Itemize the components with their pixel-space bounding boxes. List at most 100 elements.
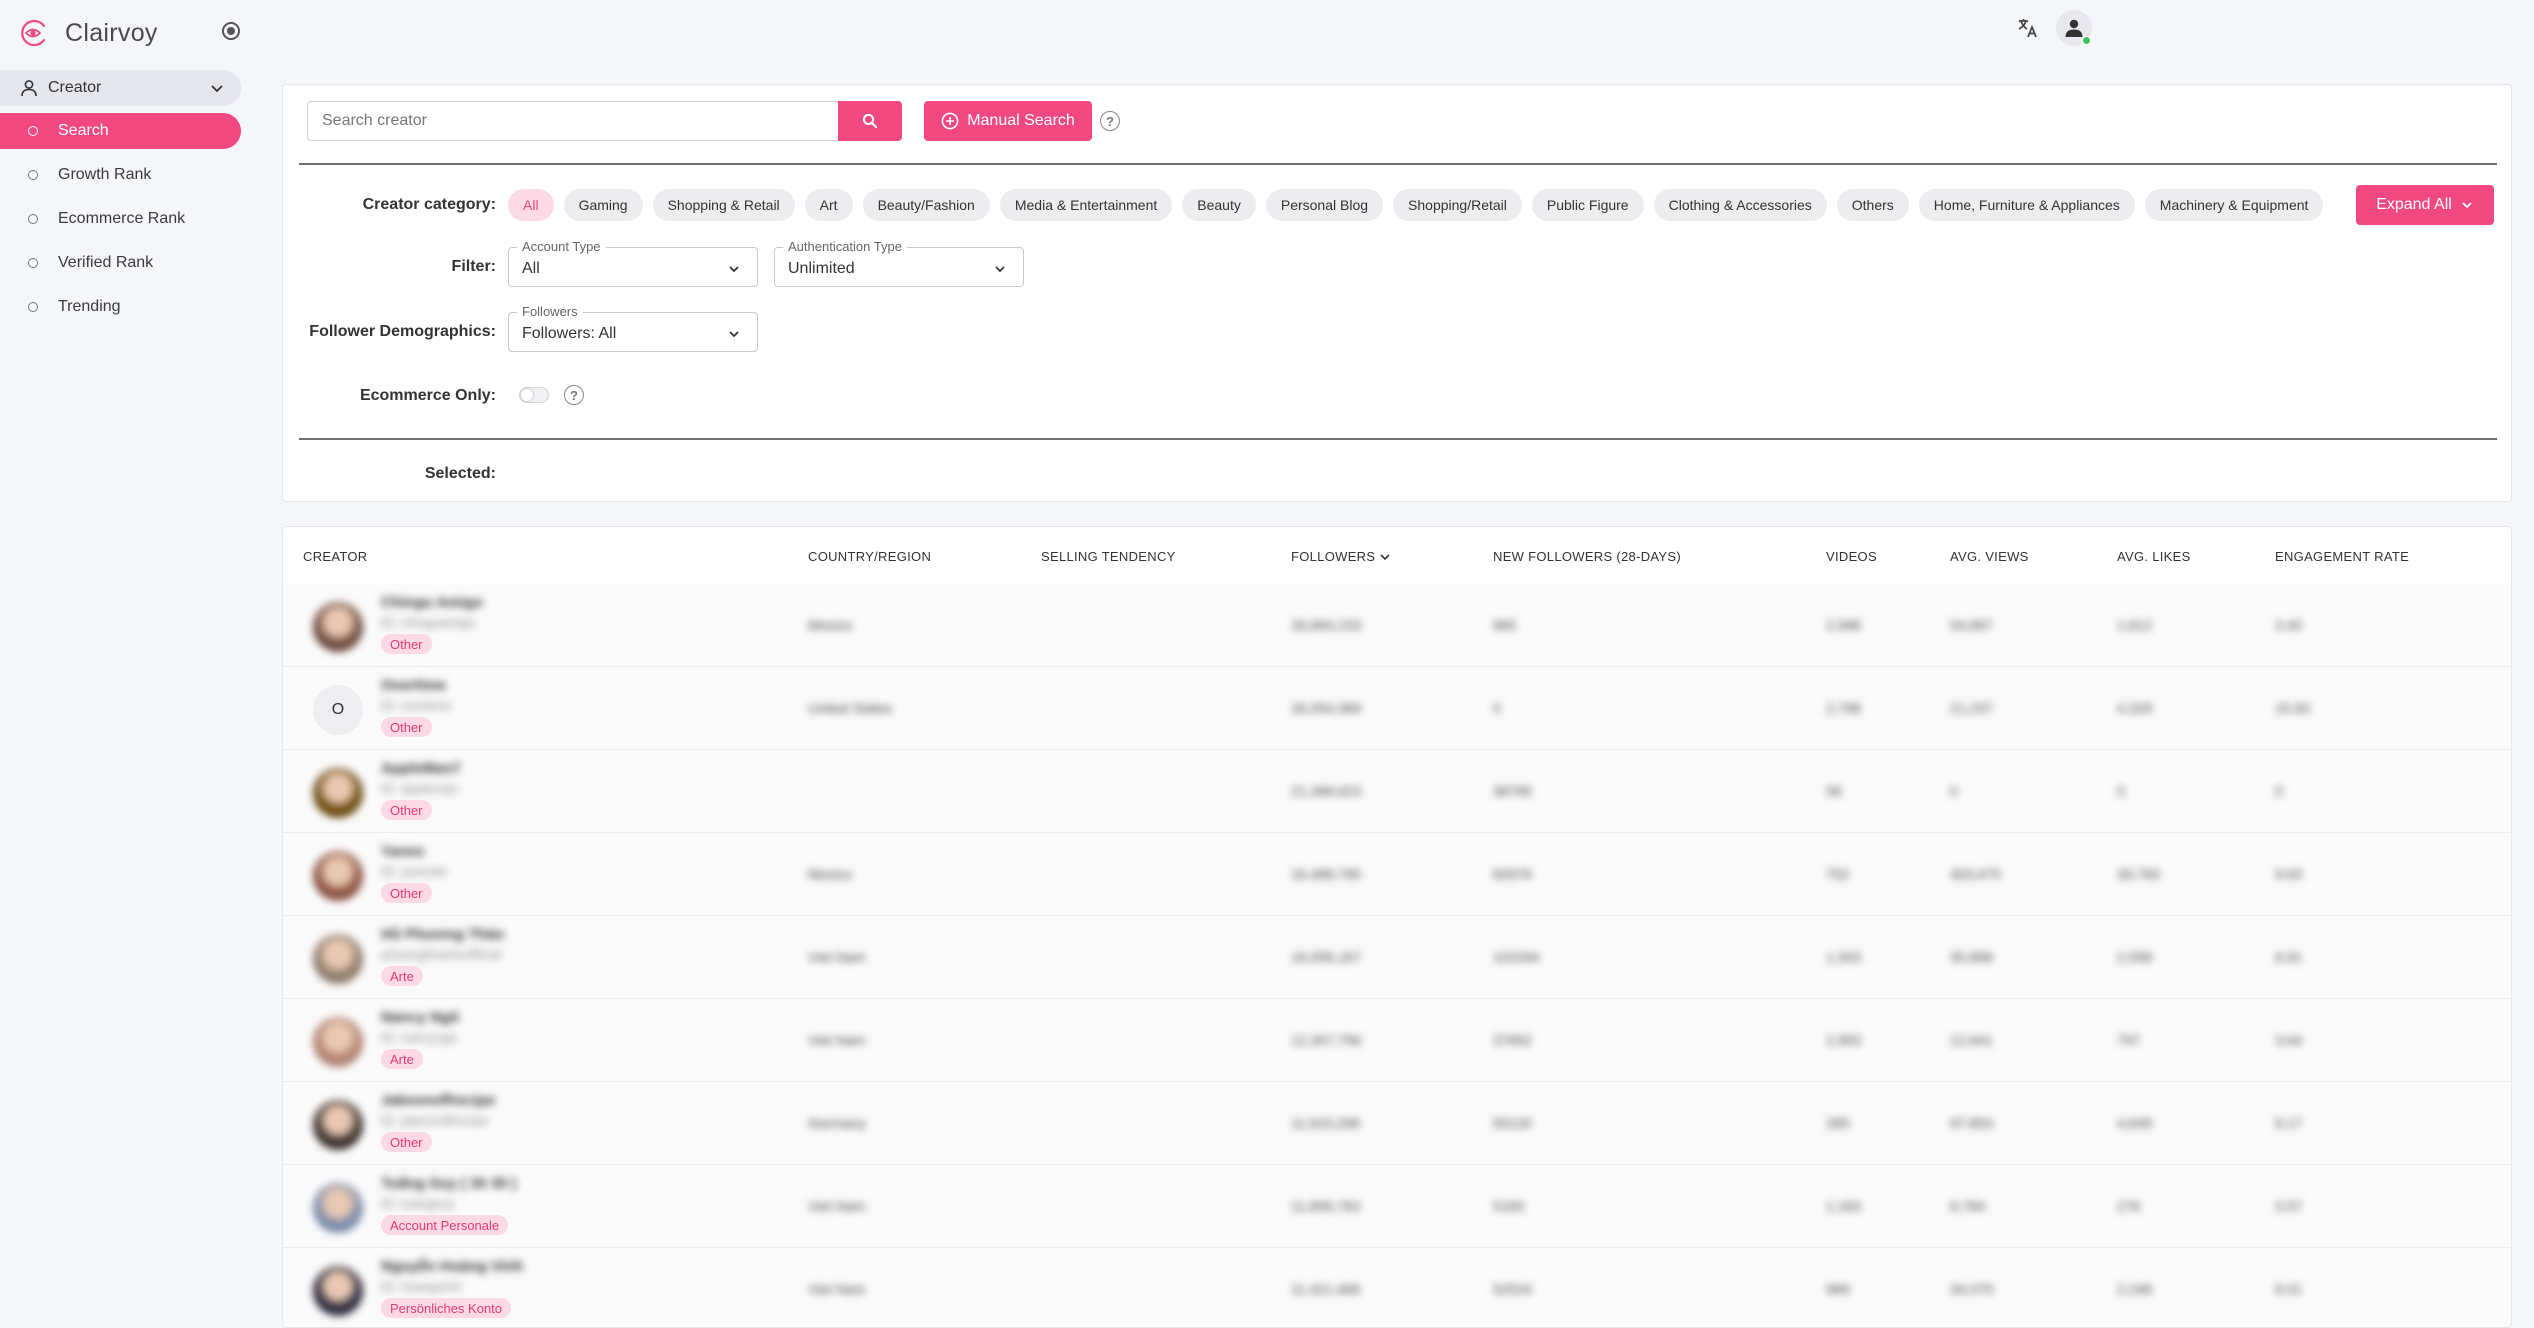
sidebar-item-search[interactable]: Search	[0, 113, 241, 149]
sidebar-item-label: Trending	[58, 298, 121, 315]
cell-avg-views: 12,641	[1950, 1032, 1993, 1048]
cell-engagement-rate: 9.63	[2275, 866, 2303, 882]
category-chip-media-entertainment[interactable]: Media & Entertainment	[999, 189, 1173, 221]
sidebar-item-trending[interactable]: Trending	[0, 289, 241, 325]
category-chip-public-figure[interactable]: Public Figure	[1531, 189, 1644, 221]
avatar	[313, 934, 363, 984]
user-avatar[interactable]	[2056, 10, 2092, 46]
manual-search-label: Manual Search	[967, 112, 1075, 129]
avatar	[313, 602, 363, 652]
table-row[interactable]: O Overtime ID: overtime Other United States 2…	[283, 667, 2511, 750]
cell-engagement-rate: 8.91	[2275, 949, 2303, 965]
brand-name: Clairvoy	[65, 18, 158, 47]
sidebar-item-verified-rank[interactable]: Verified Rank	[0, 245, 241, 281]
translate-icon[interactable]	[2016, 16, 2040, 40]
avatar	[313, 851, 363, 901]
creator-name[interactable]: Nguyễn Hoàng Vinh	[381, 1258, 523, 1275]
chevron-down-icon	[2462, 202, 2472, 209]
cell-avg-likes: 2,248	[2117, 1281, 2153, 1297]
col-new-followers: NEW FOLLOWERS (28-DAYS)	[1493, 549, 1681, 564]
cell-engagement-rate: 8.17	[2275, 1115, 2303, 1131]
account-type-tag: Other	[381, 800, 432, 820]
table-header: CREATOR COUNTRY/REGION SELLING TENDENCY …	[283, 527, 2511, 583]
cell-followers: 12,357,756	[1291, 1032, 1362, 1048]
creator-handle: ID: tuangsuy	[381, 1196, 454, 1211]
col-engagement-rate: ENGAGEMENT RATE	[2275, 549, 2410, 564]
filter-panel: Manual Search ? Creator category: All Ga…	[282, 84, 2512, 502]
account-type-tag: Persönliches Konto	[381, 1298, 512, 1318]
creator-name[interactable]: Jakesnoffrecipe	[381, 1092, 495, 1109]
cell-new-followers: 0	[1493, 700, 1501, 716]
sidebar: Clairvoy Creator Search Growth Rank Ecom…	[0, 0, 262, 1328]
collapse-icon[interactable]	[222, 22, 240, 40]
account-type-select[interactable]: Account Type All	[508, 239, 758, 287]
help-icon[interactable]: ?	[1100, 111, 1120, 131]
category-chip-machinery[interactable]: Machinery & Equipment	[2144, 189, 2324, 221]
table-row[interactable]: Hồ Phương Thảo phuongthaohoofficial Arte Vi…	[283, 916, 2511, 999]
account-type-value: All	[522, 260, 540, 277]
cell-new-followers: 5183	[1493, 1198, 1525, 1214]
creator-name[interactable]: Overtime	[381, 677, 446, 694]
creator-name[interactable]: Hồ Phương Thảo	[381, 926, 504, 943]
ecommerce-only-toggle[interactable]	[519, 387, 549, 403]
category-chip-beauty[interactable]: Beauty	[1182, 189, 1256, 221]
table-row[interactable]: Nancy Ngô ID: nancyngo Arte Viet Nam 12,357,…	[283, 999, 2511, 1082]
cell-country: Viet Nam	[808, 1281, 866, 1297]
category-chip-shopping-retail[interactable]: Shopping & Retail	[652, 189, 795, 221]
search-button[interactable]	[838, 101, 902, 141]
table-row[interactable]: Jakesnoffrecipe ID: jakesnoffrecipe Other G…	[283, 1082, 2511, 1165]
manual-search-button[interactable]: Manual Search	[924, 101, 1092, 141]
sidebar-item-growth-rank[interactable]: Growth Rank	[0, 157, 241, 193]
help-icon[interactable]: ?	[564, 385, 584, 405]
sidebar-item-ecommerce-rank[interactable]: Ecommerce Rank	[0, 201, 241, 237]
creator-name[interactable]: Tuấng Suy ( 30 30 )	[381, 1175, 517, 1192]
cell-avg-views: 0	[1950, 783, 1958, 799]
avatar	[313, 768, 363, 818]
table-row[interactable]: Nguyễn Hoàng Vinh ID: hoangvinh Persönlich…	[283, 1248, 2511, 1327]
selected-label: Selected:	[424, 465, 496, 482]
account-type-tag: Other	[381, 883, 432, 903]
sidebar-item-label: Verified Rank	[58, 254, 154, 271]
creator-name[interactable]: Chingu Amigo	[381, 594, 483, 611]
sidebar-group-creator[interactable]: Creator	[0, 70, 241, 106]
authentication-type-select[interactable]: Authentication Type Unlimited	[774, 239, 1024, 287]
search-input[interactable]	[307, 101, 839, 141]
category-chip-home-furniture[interactable]: Home, Furniture & Appliances	[1918, 189, 2135, 221]
expand-all-button[interactable]: Expand All	[2356, 185, 2494, 225]
cell-engagement-rate: 0	[2275, 783, 2283, 799]
category-chip-art[interactable]: Art	[804, 189, 853, 221]
creator-handle: ID: chinguamigo	[381, 615, 475, 630]
category-chip-beauty-fashion[interactable]: Beauty/Fashion	[862, 189, 990, 221]
table-row[interactable]: Tuấng Suy ( 30 30 ) ID: tuangsuy Account P…	[283, 1165, 2511, 1248]
table-row[interactable]: Yanes ID: yanesbr Other Mexico 16,488,795 609…	[283, 833, 2511, 916]
creator-name[interactable]: AppleMan7	[381, 760, 461, 777]
followers-value: Followers: All	[522, 325, 617, 342]
category-chip-all[interactable]: All	[508, 189, 554, 221]
category-chip-gaming[interactable]: Gaming	[563, 189, 643, 221]
creator-handle: ID: overtime	[381, 698, 452, 713]
cell-country: Germany	[808, 1115, 866, 1131]
category-chip-others[interactable]: Others	[1836, 189, 1909, 221]
cell-followers: 16,488,795	[1291, 866, 1362, 882]
auth-type-legend: Authentication Type	[783, 239, 907, 254]
creator-name[interactable]: Nancy Ngô	[381, 1009, 459, 1026]
brand[interactable]: Clairvoy	[18, 16, 158, 50]
category-chip-shopping-retail-2[interactable]: Shopping/Retail	[1393, 189, 1522, 221]
col-videos: VIDEOS	[1826, 549, 1877, 564]
account-type-tag: Arte	[381, 1049, 423, 1069]
table-row[interactable]: AppleMan7 ID: appleman Other 21,396,623 3879…	[283, 750, 2511, 833]
cell-avg-views: 21,237	[1950, 700, 1993, 716]
category-chip-personal-blog[interactable]: Personal Blog	[1265, 189, 1384, 221]
creator-name[interactable]: Yanes	[381, 843, 424, 860]
col-avg-views: AVG. VIEWS	[1950, 549, 2029, 564]
creator-handle: ID: nancyngo	[381, 1030, 458, 1045]
cell-videos: 2,953	[1826, 1032, 1862, 1048]
col-followers[interactable]: FOLLOWERS	[1291, 549, 1391, 564]
table-row[interactable]: Chingu Amigo ID: chinguamigo Other Mexico 26…	[283, 584, 2511, 667]
online-status-dot	[2082, 36, 2091, 45]
cell-videos: 56	[1826, 783, 1842, 799]
category-chip-clothing-accessories[interactable]: Clothing & Accessories	[1653, 189, 1827, 221]
person-icon	[21, 80, 37, 97]
cell-engagement-rate: 8.01	[2275, 1281, 2303, 1297]
followers-select[interactable]: Followers Followers: All	[508, 304, 758, 352]
